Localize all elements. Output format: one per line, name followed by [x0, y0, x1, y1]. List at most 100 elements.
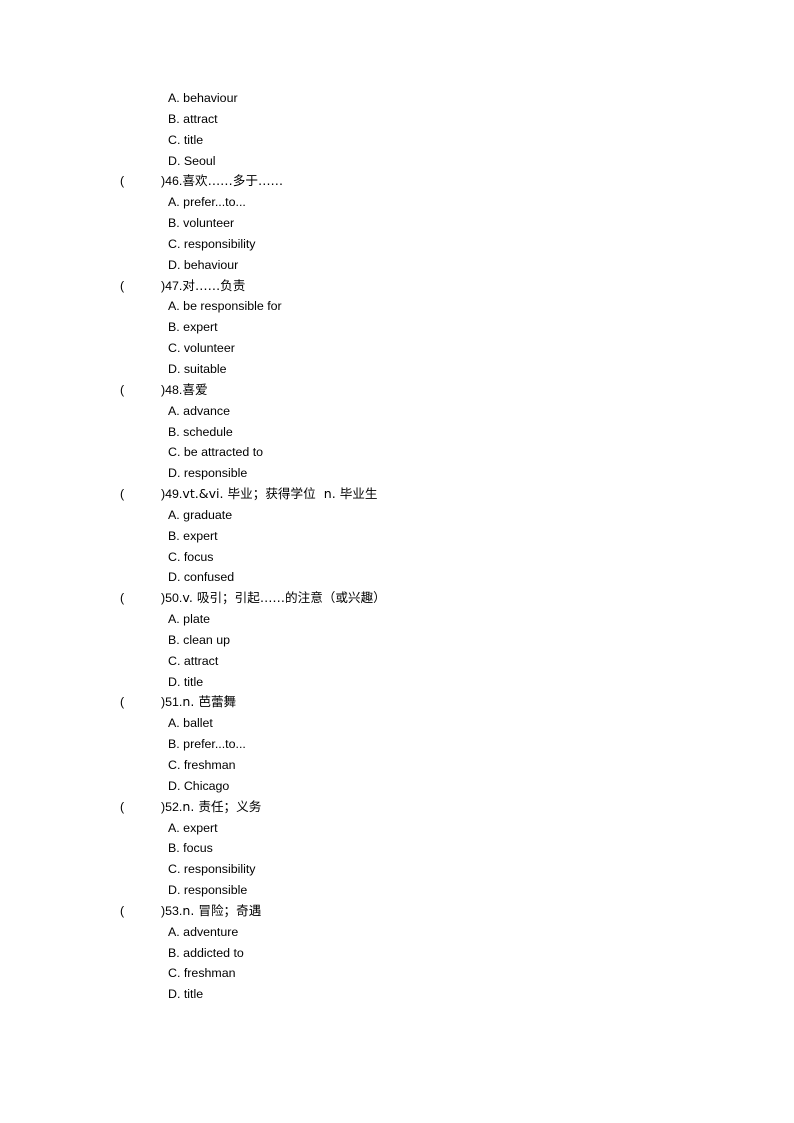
option-line[interactable]: C. title	[0, 130, 794, 151]
option-line[interactable]: C. responsibility	[0, 234, 794, 255]
option-letter: A.	[168, 299, 180, 314]
option-line[interactable]: C. freshman	[0, 963, 794, 984]
question-prompt: n. 冒险；奇遇	[182, 902, 262, 918]
question-prompt: vt.&vi. 毕业；获得学位 n. 毕业生	[182, 486, 378, 502]
option-letter: B.	[168, 841, 180, 856]
question-line[interactable]: ()49.vt.&vi. 毕业；获得学位 n. 毕业生	[0, 484, 794, 505]
option-letter: A.	[168, 820, 180, 835]
option-letter: D.	[168, 361, 181, 376]
question-number: 46.	[165, 174, 183, 189]
option-line[interactable]: D. behaviour	[0, 255, 794, 276]
question-line[interactable]: ()46.喜欢……多于……	[0, 171, 794, 192]
option-text: confused	[183, 570, 235, 585]
question-number: 49.	[165, 487, 183, 502]
option-text: attract	[183, 111, 218, 126]
question-prompt: 喜爱	[182, 381, 208, 397]
option-line[interactable]: D. title	[0, 672, 794, 693]
option-text: expert	[183, 528, 218, 543]
answer-blank-bracket[interactable]: (	[120, 797, 161, 818]
document-page: A. behaviour B. attract C. title D. Seoul()…	[0, 0, 794, 1123]
option-line[interactable]: A. graduate	[0, 505, 794, 526]
option-text: volunteer	[183, 341, 235, 356]
option-text: title	[183, 674, 204, 689]
answer-blank-bracket[interactable]: (	[120, 276, 161, 297]
option-line[interactable]: D. responsible	[0, 463, 794, 484]
question-line[interactable]: ()53.n. 冒险；奇遇	[0, 901, 794, 922]
option-line[interactable]: C. freshman	[0, 755, 794, 776]
option-letter: A.	[168, 612, 180, 627]
option-line[interactable]: C. focus	[0, 547, 794, 568]
option-line[interactable]: A. plate	[0, 609, 794, 630]
option-text: plate	[183, 612, 211, 627]
option-letter: C.	[168, 445, 181, 460]
option-letter: B.	[168, 111, 180, 126]
option-letter: B.	[168, 632, 180, 647]
option-letter: A.	[168, 507, 180, 522]
option-line[interactable]: A. behaviour	[0, 88, 794, 109]
option-line[interactable]: D. Seoul	[0, 151, 794, 172]
option-line[interactable]: C. responsibility	[0, 859, 794, 880]
option-text: expert	[183, 320, 218, 335]
answer-blank-bracket[interactable]: (	[120, 588, 161, 609]
option-line[interactable]: B. prefer...to...	[0, 734, 794, 755]
option-text: responsible	[183, 466, 248, 481]
worksheet-content: A. behaviour B. attract C. title D. Seoul()…	[0, 88, 794, 1005]
option-letter: D.	[168, 466, 181, 481]
option-text: graduate	[183, 507, 233, 522]
option-text: ballet	[183, 716, 213, 731]
option-line[interactable]: D. suitable	[0, 359, 794, 380]
option-line[interactable]: C. attract	[0, 651, 794, 672]
option-line[interactable]: A. expert	[0, 818, 794, 839]
option-line[interactable]: B. addicted to	[0, 943, 794, 964]
question-number: 47.	[165, 278, 183, 293]
question-number: 53.	[165, 903, 183, 918]
question-line[interactable]: ()51.n. 芭蕾舞	[0, 692, 794, 713]
option-line[interactable]: B. focus	[0, 838, 794, 859]
question-line[interactable]: ()50.v. 吸引；引起……的注意（或兴趣）	[0, 588, 794, 609]
question-number: 51.	[165, 695, 183, 710]
option-line[interactable]: B. attract	[0, 109, 794, 130]
option-letter: D.	[168, 153, 181, 168]
option-letter: D.	[168, 883, 181, 898]
option-line[interactable]: B. clean up	[0, 630, 794, 651]
option-line[interactable]: A. advance	[0, 401, 794, 422]
option-letter: C.	[168, 862, 181, 877]
question-line[interactable]: ()52.n. 责任；义务	[0, 797, 794, 818]
option-line[interactable]: D. responsible	[0, 880, 794, 901]
question-line[interactable]: ()47.对……负责	[0, 276, 794, 297]
option-text: Seoul	[183, 153, 216, 168]
answer-blank-bracket[interactable]: (	[120, 692, 161, 713]
option-line[interactable]: C. be attracted to	[0, 442, 794, 463]
option-line[interactable]: C. volunteer	[0, 338, 794, 359]
option-text: focus	[183, 549, 214, 564]
option-text: schedule	[183, 424, 233, 439]
option-text: prefer...to...	[183, 195, 246, 210]
option-text: Chicago	[183, 778, 230, 793]
option-letter: D.	[168, 778, 181, 793]
option-line[interactable]: A. ballet	[0, 713, 794, 734]
option-line[interactable]: A. adventure	[0, 922, 794, 943]
answer-blank-bracket[interactable]: (	[120, 484, 161, 505]
option-line[interactable]: D. confused	[0, 567, 794, 588]
option-line[interactable]: A. be responsible for	[0, 296, 794, 317]
option-letter: C.	[168, 653, 181, 668]
option-line[interactable]: B. schedule	[0, 422, 794, 443]
option-line[interactable]: D. Chicago	[0, 776, 794, 797]
option-line[interactable]: B. expert	[0, 317, 794, 338]
option-letter: C.	[168, 341, 181, 356]
question-prompt: 喜欢……多于……	[182, 173, 284, 189]
option-line[interactable]: B. expert	[0, 526, 794, 547]
option-letter: D.	[168, 570, 181, 585]
question-line[interactable]: ()48.喜爱	[0, 380, 794, 401]
option-letter: D.	[168, 257, 181, 272]
answer-blank-bracket[interactable]: (	[120, 380, 161, 401]
option-text: focus	[183, 841, 213, 856]
answer-blank-bracket[interactable]: (	[120, 901, 161, 922]
option-text: responsibility	[183, 236, 256, 251]
option-text: adventure	[183, 924, 239, 939]
option-line[interactable]: A. prefer...to...	[0, 192, 794, 213]
option-letter: A.	[168, 91, 180, 105]
answer-blank-bracket[interactable]: (	[120, 171, 161, 192]
option-line[interactable]: D. title	[0, 984, 794, 1005]
option-line[interactable]: B. volunteer	[0, 213, 794, 234]
